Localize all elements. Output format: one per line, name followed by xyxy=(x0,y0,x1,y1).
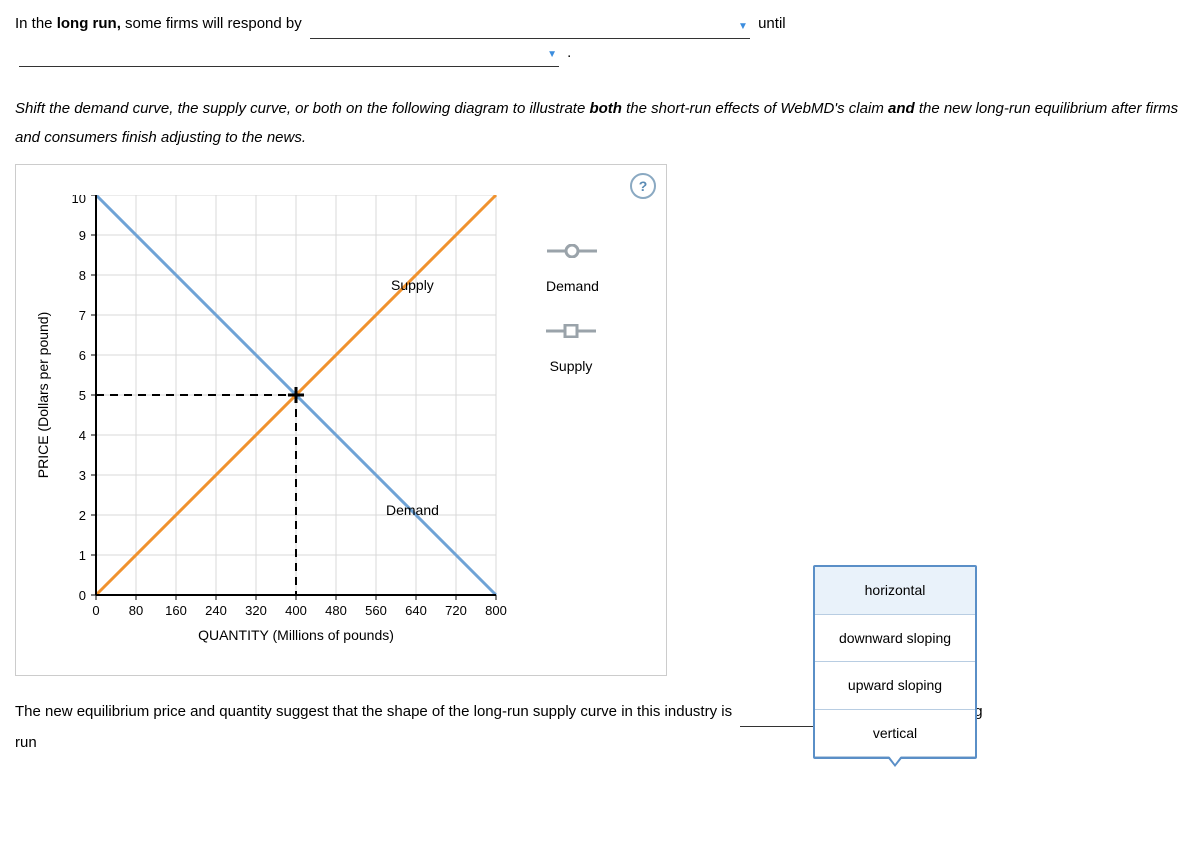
svg-text:5: 5 xyxy=(79,388,86,403)
bottom-sentence: The new equilibrium price and quantity s… xyxy=(15,698,1185,727)
svg-text:240: 240 xyxy=(205,603,227,618)
option-downward-sloping[interactable]: downward sloping xyxy=(815,615,975,663)
supply-handle-icon xyxy=(546,320,596,347)
dropdown-firms-respond[interactable] xyxy=(310,16,750,39)
svg-text:720: 720 xyxy=(445,603,467,618)
svg-text:400: 400 xyxy=(285,603,307,618)
svg-text:1: 1 xyxy=(79,548,86,563)
legend-supply[interactable]: Supply xyxy=(546,320,596,379)
svg-text:800: 800 xyxy=(485,603,507,618)
svg-text:560: 560 xyxy=(365,603,387,618)
shape-dropdown-open[interactable]: horizontal downward sloping upward slopi… xyxy=(813,565,977,759)
svg-text:480: 480 xyxy=(325,603,347,618)
instruction-text: Shift the demand curve, the supply curve… xyxy=(15,95,1185,152)
svg-text:320: 320 xyxy=(245,603,267,618)
demand-line-label: Demand xyxy=(386,502,439,518)
svg-text:3: 3 xyxy=(79,468,86,483)
svg-text:640: 640 xyxy=(405,603,427,618)
dropdown-until-condition[interactable] xyxy=(19,44,559,67)
help-icon[interactable]: ? xyxy=(630,173,656,199)
sentence-long-run: In the long run, some firms will respond… xyxy=(15,10,1185,67)
dropdown-pointer-icon xyxy=(887,757,903,767)
legend-demand[interactable]: Demand xyxy=(546,240,599,299)
svg-text:2: 2 xyxy=(79,508,86,523)
y-axis-label: PRICE (Dollars per pound) xyxy=(35,312,51,479)
svg-text:80: 80 xyxy=(129,603,143,618)
svg-text:0: 0 xyxy=(79,588,86,603)
chart-container: ? xyxy=(15,164,667,676)
svg-text:10: 10 xyxy=(72,195,86,206)
svg-text:8: 8 xyxy=(79,268,86,283)
svg-text:0: 0 xyxy=(92,603,99,618)
demand-handle-icon xyxy=(546,240,599,267)
option-vertical[interactable]: vertical xyxy=(815,710,975,758)
option-upward-sloping[interactable]: upward sloping xyxy=(815,662,975,710)
x-axis-label: QUANTITY (Millions of pounds) xyxy=(198,627,394,643)
supply-demand-chart[interactable]: 0 1 2 3 4 5 6 7 8 9 10 0 80 160 240 320 … xyxy=(26,195,526,685)
svg-text:9: 9 xyxy=(79,228,86,243)
svg-text:4: 4 xyxy=(79,428,86,443)
svg-text:6: 6 xyxy=(79,348,86,363)
svg-text:7: 7 xyxy=(79,308,86,323)
svg-text:160: 160 xyxy=(165,603,187,618)
bottom-sentence-run: run xyxy=(15,729,1185,758)
option-horizontal[interactable]: horizontal xyxy=(815,567,975,615)
supply-line-label: Supply xyxy=(391,277,434,293)
